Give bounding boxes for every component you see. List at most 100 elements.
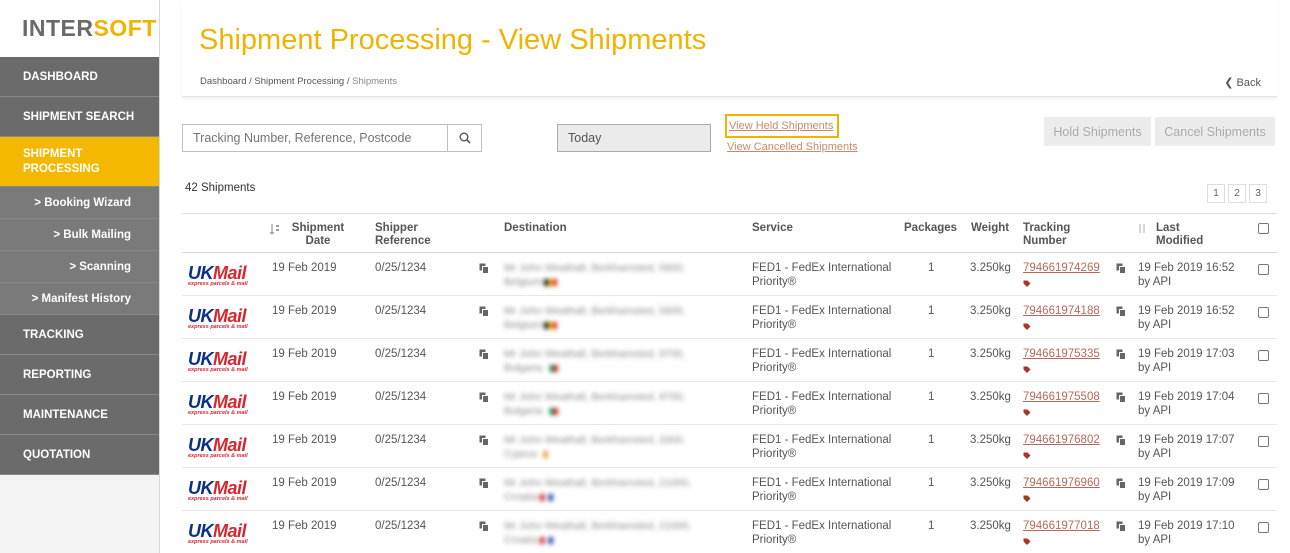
col-shipment-date[interactable]: Shipment Date [288,222,348,248]
row-checkbox[interactable] [1258,264,1269,275]
copy-icon[interactable] [1116,392,1126,403]
copy-icon[interactable] [1116,306,1126,317]
sidebar-item-bulk-mailing[interactable]: > Bulk Mailing [0,219,159,251]
sidebar-item-quotation[interactable]: QUOTATION [0,435,159,475]
copy-icon[interactable] [479,392,489,403]
package-count: 1 [928,262,935,274]
sidebar-item-manifest-history[interactable]: > Manifest History [0,283,159,315]
tag-icon[interactable] [1023,407,1031,416]
table-row[interactable]: UKMail express parcels & mail 19 Feb 2019 0… [182,253,1277,296]
col-service[interactable]: Service [752,222,793,235]
sidebar-item-tracking[interactable]: TRACKING [0,315,159,355]
sidebar-item-maintenance[interactable]: MAINTENANCE [0,395,159,435]
tag-icon[interactable] [1023,364,1031,373]
page-title: Shipment Processing - View Shipments [199,24,707,56]
row-checkbox[interactable] [1258,479,1269,490]
tracking-number-link[interactable]: 794661975508 [1023,391,1100,403]
sidebar-item-booking-wizard[interactable]: > Booking Wizard [0,187,159,219]
copy-icon[interactable] [479,263,489,274]
logo-text-uk: UK [188,435,214,455]
col-tracking-number[interactable]: Tracking Number [1023,222,1083,248]
copy-icon[interactable] [479,349,489,360]
view-cancelled-shipments-link[interactable]: View Cancelled Shipments [727,141,858,153]
last-modified-date: 19 Feb 2019 17:03 [1138,348,1235,360]
table-row[interactable]: UKMail express parcels & mail 19 Feb 2019 0… [182,468,1277,511]
copy-icon[interactable] [1116,435,1126,446]
intersoft-logo[interactable]: INTER SOFT [0,0,159,57]
copy-icon[interactable] [479,478,489,489]
shipper-reference: 0/25/1234 [375,348,427,360]
date-filter-select[interactable]: Today [557,124,711,152]
copy-icon[interactable] [1116,521,1126,532]
tag-icon[interactable] [1023,278,1031,287]
destination-text: Mr John Weathall, Berkhamsted, 9700, Bul… [504,348,686,374]
row-checkbox[interactable] [1258,307,1269,318]
col-weight[interactable]: Weight [971,222,1009,235]
sidebar-item-scanning[interactable]: > Scanning [0,251,159,283]
tracking-number-link[interactable]: 794661977018 [1023,520,1100,532]
weight: 3.250kg [970,477,1011,489]
breadcrumb-shipment-processing[interactable]: Shipment Processing [254,76,344,87]
sort-icon[interactable] [1138,223,1146,238]
copy-icon[interactable] [1116,478,1126,489]
package-count: 1 [928,434,935,446]
sidebar-item-dashboard[interactable]: DASHBOARD [0,57,159,97]
row-checkbox[interactable] [1258,522,1269,533]
sidebar-item-reporting[interactable]: REPORTING [0,355,159,395]
table-row[interactable]: UKMail express parcels & mail 19 Feb 2019 0… [182,296,1277,339]
tag-icon[interactable] [1023,536,1031,545]
col-last-modified[interactable]: Last Modified [1156,222,1206,248]
copy-icon[interactable] [1116,349,1126,360]
copy-icon[interactable] [479,521,489,532]
tag-icon[interactable] [1023,321,1031,330]
service-name: FED1 - FedEx International Priority® [752,391,892,417]
sidebar-item-shipment-search[interactable]: SHIPMENT SEARCH [0,97,159,137]
service-name: FED1 - FedEx International Priority® [752,434,892,460]
tracking-number-link[interactable]: 794661976802 [1023,434,1100,446]
back-button[interactable]: ❮ Back [1224,76,1261,89]
chevron-left-icon: ❮ [1224,77,1234,89]
sidebar-item-shipment-processing[interactable]: SHIPMENT PROCESSING [0,137,159,187]
logo-text-uk: UK [188,478,214,498]
sidebar-item-label: SHIPMENT PROCESSING [23,147,100,175]
last-modified: 19 Feb 2019 17:04 by API [1138,390,1235,418]
row-checkbox[interactable] [1258,436,1269,447]
hold-shipments-button[interactable]: Hold Shipments [1044,117,1151,146]
destination-address: Mr John Weathall, Berkhamsted, 3300, Cyp… [504,433,704,461]
pagination-page-2[interactable]: 2 [1228,184,1246,203]
col-packages[interactable]: Packages [904,222,957,235]
tag-icon[interactable] [1023,450,1031,459]
view-held-shipments-link[interactable]: View Held Shipments [725,114,839,138]
pagination-page-1[interactable]: 1 [1207,184,1225,203]
tag-icon[interactable] [1023,493,1031,502]
row-checkbox[interactable] [1258,350,1269,361]
back-label: Back [1236,77,1261,89]
copy-icon[interactable] [479,435,489,446]
table-row[interactable]: UKMail express parcels & mail 19 Feb 2019 0… [182,511,1277,553]
table-row[interactable]: UKMail express parcels & mail 19 Feb 2019 0… [182,425,1277,468]
search-button[interactable] [447,125,481,151]
sort-icon[interactable] [269,223,280,239]
ukmail-logo: UKMail express parcels & mail [188,263,258,287]
tracking-number-link[interactable]: 794661976960 [1023,477,1100,489]
last-modified-date: 19 Feb 2019 17:09 [1138,477,1235,489]
logo-text-mail: Mail [213,263,247,283]
breadcrumb-dashboard[interactable]: Dashboard [200,76,246,87]
breadcrumb-separator: / [346,76,350,87]
last-modified: 19 Feb 2019 17:07 by API [1138,433,1235,461]
tracking-number-link[interactable]: 794661974269 [1023,262,1100,274]
tracking-number-link[interactable]: 794661975335 [1023,348,1100,360]
pagination-page-3[interactable]: 3 [1249,184,1267,203]
row-checkbox[interactable] [1258,393,1269,404]
col-shipper-reference[interactable]: Shipper Reference [375,222,445,248]
last-modified-date: 19 Feb 2019 17:07 [1138,434,1235,446]
search-input[interactable] [183,125,447,151]
table-row[interactable]: UKMail express parcels & mail 19 Feb 2019 0… [182,339,1277,382]
select-all-checkbox[interactable] [1258,223,1269,234]
cancel-shipments-button[interactable]: Cancel Shipments [1155,117,1275,146]
tracking-number-link[interactable]: 794661974188 [1023,305,1100,317]
copy-icon[interactable] [479,306,489,317]
copy-icon[interactable] [1116,263,1126,274]
col-destination[interactable]: Destination [504,222,567,235]
table-row[interactable]: UKMail express parcels & mail 19 Feb 2019 0… [182,382,1277,425]
